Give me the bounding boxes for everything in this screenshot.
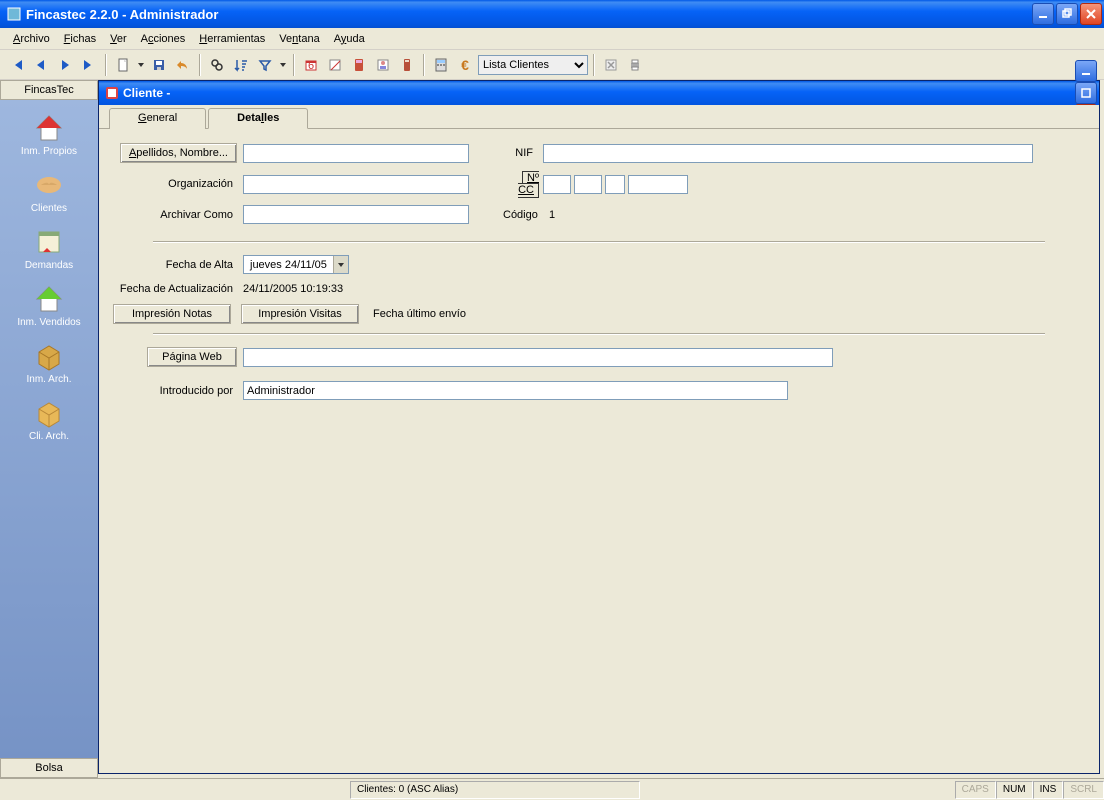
house-red-icon [33,112,65,144]
dropdown-icon[interactable] [333,256,348,273]
organizacion-input[interactable] [243,175,469,194]
find-icon[interactable] [206,54,228,76]
status-clientes: Clientes: 0 (ASC Alias) [350,781,640,799]
fecha-alta-label: Fecha de Alta [113,259,243,271]
app-icon [6,6,22,22]
fecha-act-value: 24/11/2005 10:19:33 [243,283,343,295]
main-titlebar: Fincastec 2.2.0 - Administrador [0,0,1104,28]
cc-input-3[interactable] [605,175,625,194]
menu-fichas[interactable]: Fichas [57,31,103,47]
list-combo[interactable]: Lista Clientes [478,55,588,75]
cc-input-4[interactable] [628,175,688,194]
archivar-input[interactable] [243,205,469,224]
introducido-input[interactable] [243,381,788,400]
status-caps: CAPS [955,781,996,799]
menu-archivo[interactable]: Archivo [6,31,57,47]
sub-titlebar: Cliente - [99,81,1099,105]
status-num: NUM [996,781,1033,799]
minimize-button[interactable] [1032,3,1054,25]
sidebar-item-cli-arch[interactable]: Cli. Arch. [0,391,98,448]
tab-detalles[interactable]: Detalles [208,108,308,129]
status-ins: INS [1033,781,1064,799]
svg-text:6: 6 [308,60,314,72]
fecha-envio-label: Fecha último envío [373,308,466,320]
delete-icon[interactable] [600,54,622,76]
fecha-act-label: Fecha de Actualización [113,283,243,295]
handshake-icon [33,169,65,201]
apellidos-input[interactable] [243,144,469,163]
statusbar: Clientes: 0 (ASC Alias) CAPS NUM INS SCR… [0,778,1104,800]
sub-maximize-button[interactable] [1075,82,1097,104]
cc-input-1[interactable] [543,175,571,194]
nav-last-icon[interactable] [78,54,100,76]
contact-icon[interactable] [372,54,394,76]
menu-herramientas[interactable]: Herramientas [192,31,272,47]
notebook-icon [33,226,65,258]
box2-icon [33,397,65,429]
fecha-alta-combo[interactable]: jueves 24/11/05 [243,255,349,274]
subwindow-cliente: Cliente - General Detalles Apellidos, No… [98,80,1100,774]
note-icon[interactable] [324,54,346,76]
ncc-button[interactable]: Nº CC [518,171,539,198]
new-doc-icon[interactable] [112,54,134,76]
archivar-label: Archivar Como [113,209,243,221]
nav-prev-icon[interactable] [30,54,52,76]
tab-strip: General Detalles [99,107,1099,129]
sidebar-item-demandas[interactable]: Demandas [0,220,98,277]
sidebar-header[interactable]: FincasTec [0,80,98,100]
menu-ver[interactable]: Ver [103,31,134,47]
calendar-icon[interactable]: 6 [300,54,322,76]
print-icon[interactable] [624,54,646,76]
close-button[interactable] [1080,3,1102,25]
calculator-red-icon[interactable] [348,54,370,76]
impresion-notas-button[interactable]: Impresión Notas [113,304,231,324]
filter-icon[interactable] [254,54,276,76]
status-scrl: SCRL [1063,781,1104,799]
divider-1 [153,241,1045,243]
menu-ventana[interactable]: Ventana [272,31,326,47]
sidebar-item-inm-vendidos[interactable]: Inm. Vendidos [0,277,98,334]
nif-label: NIF [503,147,543,159]
sidebar: FincasTec Inm. Propios Clientes Demandas… [0,80,98,778]
pagina-web-button[interactable]: Página Web [147,347,237,367]
sidebar-item-clientes[interactable]: Clientes [0,163,98,220]
window-title: Fincastec 2.2.0 - Administrador [26,7,1032,22]
undo-icon[interactable] [172,54,194,76]
tab-general[interactable]: General [109,108,206,129]
nav-first-icon[interactable] [6,54,28,76]
box-icon [33,340,65,372]
house-green-icon [33,283,65,315]
cliente-icon [105,86,119,100]
organizacion-label: Organización [113,178,243,190]
nif-input[interactable] [543,144,1033,163]
restore-button[interactable] [1056,3,1078,25]
save-icon[interactable] [148,54,170,76]
sub-minimize-button[interactable] [1075,60,1097,82]
menu-acciones[interactable]: Acciones [134,31,193,47]
introducido-label: Introducido por [113,385,243,397]
toolbar: 6 € Lista Clientes [0,50,1104,80]
divider-2 [153,333,1045,335]
euro-icon[interactable]: € [454,54,476,76]
impresion-visitas-button[interactable]: Impresión Visitas [241,304,359,324]
nav-next-icon[interactable] [54,54,76,76]
calculator-icon[interactable] [430,54,452,76]
cc-input-2[interactable] [574,175,602,194]
codigo-value: 1 [543,209,555,221]
sub-title: Cliente - [123,86,1075,100]
menu-ayuda[interactable]: Ayuda [327,31,372,47]
new-doc-dropdown-icon[interactable] [136,54,146,76]
filter-dropdown-icon[interactable] [278,54,288,76]
sidebar-item-inm-propios[interactable]: Inm. Propios [0,106,98,163]
apellidos-button[interactable]: Apellidos, Nombre... [120,143,237,163]
menubar: Archivo Fichas Ver Acciones Herramientas… [0,28,1104,50]
sidebar-item-inm-arch[interactable]: Inm. Arch. [0,334,98,391]
sidebar-footer[interactable]: Bolsa [0,758,98,778]
phone-icon[interactable] [396,54,418,76]
sort-icon[interactable] [230,54,252,76]
codigo-label: Código [503,209,543,221]
pagina-web-input[interactable] [243,348,833,367]
